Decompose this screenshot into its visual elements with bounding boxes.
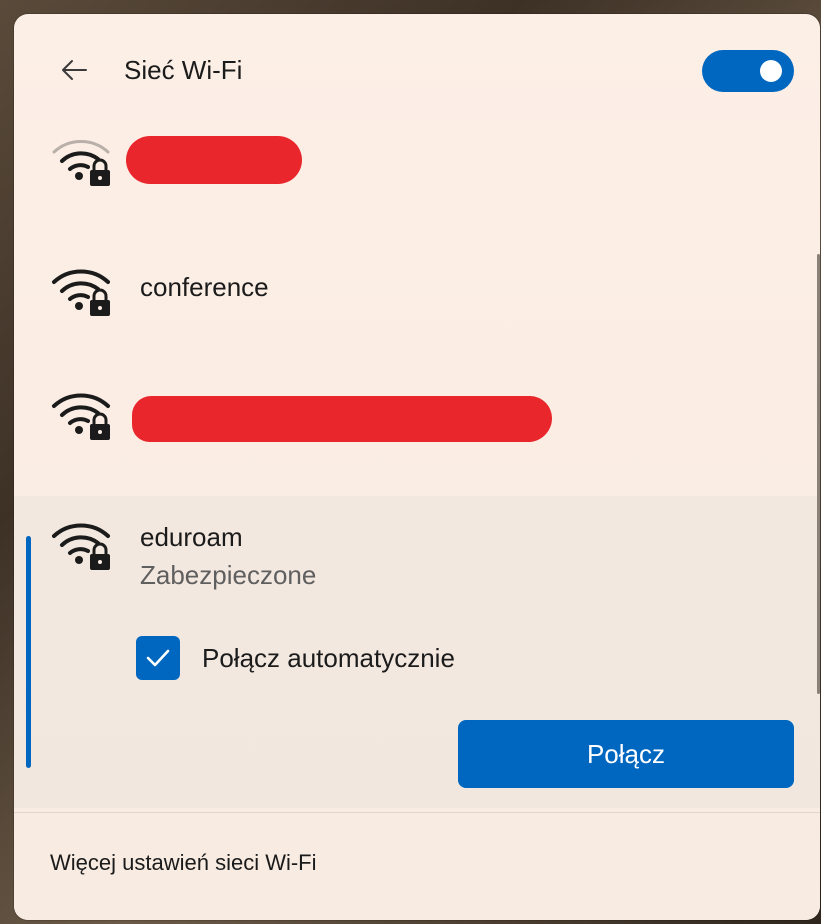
network-item-redacted-2[interactable] [14,374,820,454]
wifi-secured-icon [52,523,110,570]
wifi-toggle[interactable] [702,50,794,92]
network-ssid: conference [140,272,269,302]
network-item-conference[interactable]: conference [14,250,820,330]
auto-connect-checkbox[interactable] [136,636,180,680]
panel-header: Sieć Wi-Fi [14,14,820,124]
toggle-knob [760,60,782,82]
more-wifi-settings-link[interactable]: Więcej ustawień sieci Wi-Fi [50,850,317,876]
wifi-secured-icon [52,269,110,316]
wifi-secured-icon [52,393,110,440]
network-ssid: eduroam [140,522,243,552]
redacted-ssid [132,396,552,442]
redacted-ssid [126,136,302,184]
scrollbar[interactable] [817,254,820,694]
page-title: Sieć Wi-Fi [124,55,243,85]
back-button[interactable] [54,52,94,88]
checkmark-icon [146,649,170,667]
network-item-eduroam[interactable]: eduroam [14,502,820,612]
network-item-redacted-1[interactable] [14,120,820,200]
network-status: Zabezpieczone [140,560,317,590]
wifi-secured-icon [52,140,110,186]
wifi-panel: Sieć Wi-Fi conference eduroam Zabezpiecz… [14,14,820,920]
connect-button[interactable]: Połącz [458,720,794,788]
auto-connect-label: Połącz automatycznie [202,643,455,673]
arrow-left-icon [62,60,87,80]
